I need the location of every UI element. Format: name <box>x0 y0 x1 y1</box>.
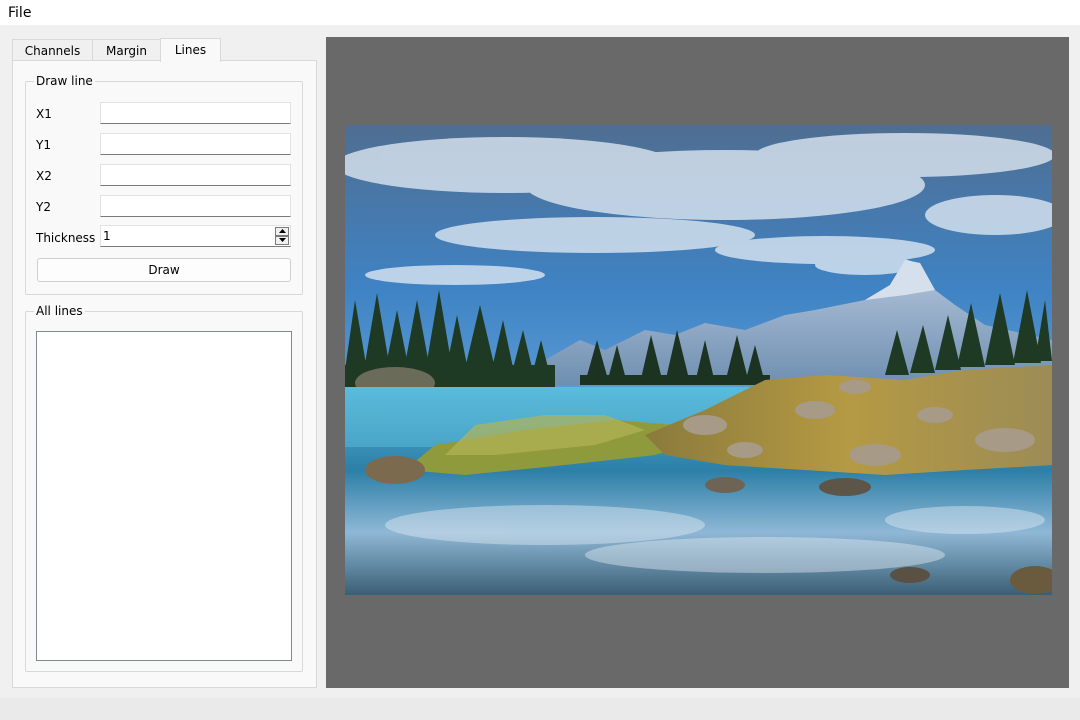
y2-label: Y2 <box>36 200 51 214</box>
thickness-value[interactable]: 1 <box>103 229 111 243</box>
thickness-label: Thickness <box>36 231 96 245</box>
draw-line-group-title: Draw line <box>34 74 95 88</box>
y1-input[interactable] <box>100 133 291 155</box>
chevron-up-icon <box>279 229 286 233</box>
y2-input[interactable] <box>100 195 291 217</box>
x2-label: X2 <box>36 169 52 183</box>
thickness-spinbox[interactable]: 1 <box>100 225 291 247</box>
y1-label: Y1 <box>36 138 51 152</box>
menu-bar: File <box>0 0 1080 25</box>
landscape-image <box>345 125 1052 595</box>
draw-button[interactable]: Draw <box>37 258 291 282</box>
status-bar <box>0 698 1080 720</box>
spin-up-button[interactable] <box>275 227 289 236</box>
tab-margin[interactable]: Margin <box>92 39 161 61</box>
x1-input[interactable] <box>100 102 291 124</box>
menu-file[interactable]: File <box>8 5 31 21</box>
tab-channels[interactable]: Channels <box>12 39 93 61</box>
chevron-down-icon <box>279 238 286 242</box>
image-canvas[interactable] <box>326 37 1069 688</box>
spin-down-button[interactable] <box>275 236 289 245</box>
all-lines-group-title: All lines <box>34 304 85 318</box>
x2-input[interactable] <box>100 164 291 186</box>
all-lines-list[interactable] <box>36 331 292 661</box>
tab-lines[interactable]: Lines <box>160 38 221 62</box>
x1-label: X1 <box>36 107 52 121</box>
